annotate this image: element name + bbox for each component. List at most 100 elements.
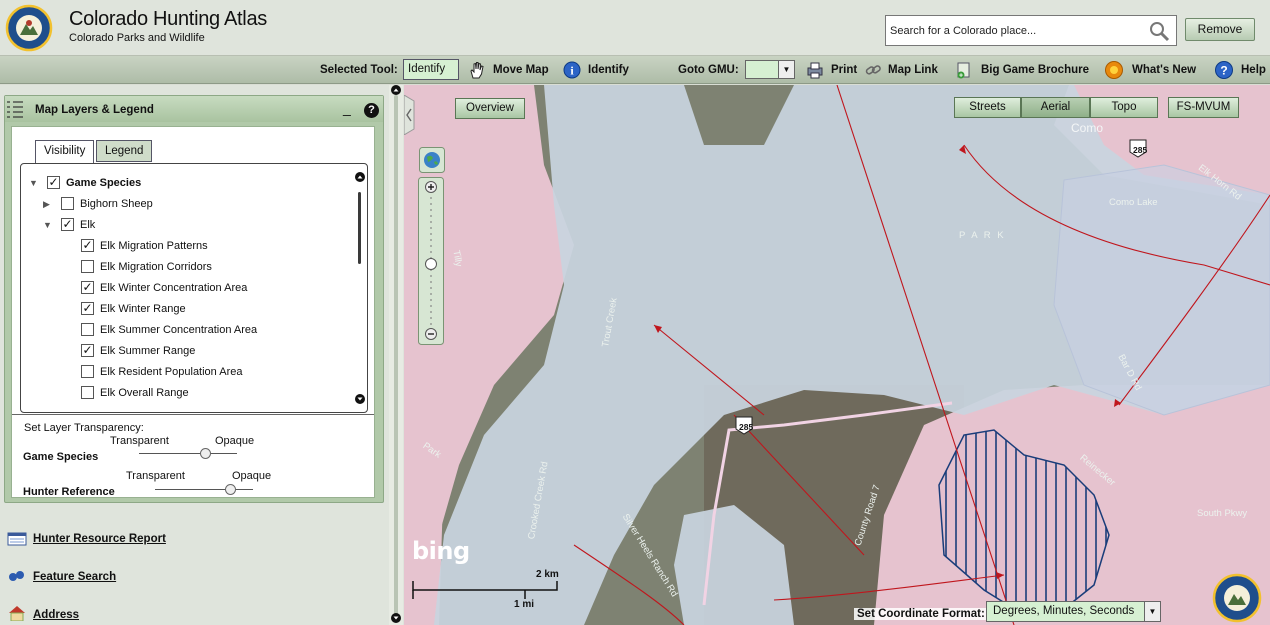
highway-shield-label: 285 xyxy=(739,422,754,432)
cpw-logo xyxy=(5,4,53,52)
hunter-resource-report-link[interactable]: Hunter Resource Report xyxy=(33,533,166,545)
scroll-down-icon[interactable] xyxy=(391,613,401,623)
layer-tree-row[interactable]: ▼ ✓ Elk xyxy=(43,216,95,234)
layer-checkbox[interactable] xyxy=(61,196,74,210)
move-map-button[interactable]: Move Map xyxy=(493,56,549,84)
layer-label: Elk Migration Corridors xyxy=(100,261,212,273)
globe-icon[interactable] xyxy=(419,147,445,173)
zoom-control[interactable] xyxy=(418,177,444,345)
layer-tree-row[interactable]: ✓ Elk Winter Range xyxy=(81,300,186,318)
layer-checkbox[interactable]: ✓ xyxy=(81,301,94,315)
coordinate-format-select[interactable]: Degrees, Minutes, Seconds ▼ xyxy=(986,601,1161,622)
transparency-title: Set Layer Transparency: xyxy=(24,422,144,434)
chevron-down-icon[interactable]: ▼ xyxy=(778,61,794,78)
printer-icon[interactable] xyxy=(805,60,825,80)
map-canvas[interactable] xyxy=(404,85,1270,625)
chevron-down-icon[interactable]: ▼ xyxy=(1144,602,1160,621)
link-icon[interactable] xyxy=(863,60,883,80)
expand-arrow-icon[interactable]: ▼ xyxy=(29,174,38,192)
slider-thumb[interactable] xyxy=(199,448,211,459)
gmu-select[interactable]: ▼ xyxy=(745,60,795,79)
minimize-button[interactable]: _ xyxy=(343,100,351,116)
layer-tree-row[interactable]: ▶ Bighorn Sheep xyxy=(43,195,153,213)
layer-tree-row[interactable]: ▼ ✓ Game Species xyxy=(29,174,141,192)
help-button[interactable]: Help xyxy=(1241,56,1266,84)
layer-tree-row[interactable]: ✓ Elk Migration Patterns xyxy=(81,237,208,255)
report-icon[interactable] xyxy=(7,531,27,547)
zoom-in-icon[interactable] xyxy=(425,181,437,193)
feature-search-link[interactable]: Feature Search xyxy=(33,571,116,583)
scroll-up-icon[interactable] xyxy=(355,172,365,182)
panel-scrollbar[interactable] xyxy=(389,85,403,625)
layer-checkbox[interactable]: ✓ xyxy=(81,238,94,252)
big-game-brochure-button[interactable]: Big Game Brochure xyxy=(981,56,1089,84)
info-icon[interactable]: i xyxy=(562,60,582,80)
tab-visibility[interactable]: Visibility xyxy=(35,140,95,163)
layer-tree-row[interactable]: ✓ Elk Summer Range xyxy=(81,342,195,360)
collapse-arrow-icon[interactable]: ▶ xyxy=(43,195,50,213)
zoom-slider-thumb[interactable] xyxy=(425,258,437,270)
game-species-transparency-slider[interactable] xyxy=(139,447,237,461)
layer-label: Elk Winter Concentration Area xyxy=(100,282,248,294)
layer-checkbox[interactable] xyxy=(81,259,94,273)
search-icon[interactable] xyxy=(1148,20,1170,42)
hand-icon[interactable] xyxy=(467,60,487,80)
overview-button[interactable]: Overview xyxy=(455,98,525,119)
layers-body: Visibility Legend ▼ ✓ Game Species ▶ Bighorn… xyxy=(11,126,375,498)
panel-help-icon[interactable]: ? xyxy=(364,103,379,118)
map-link-button[interactable]: Map Link xyxy=(888,56,938,84)
help-icon[interactable]: ? xyxy=(1214,60,1234,80)
layer-checkbox[interactable]: ✓ xyxy=(47,175,60,189)
hunter-reference-transparency-slider[interactable] xyxy=(155,483,253,497)
layer-checkbox[interactable]: ✓ xyxy=(61,217,74,231)
remove-button[interactable]: Remove xyxy=(1185,18,1255,41)
scroll-up-icon[interactable] xyxy=(391,85,401,95)
layer-checkbox[interactable] xyxy=(81,364,94,378)
collapse-panel-handle[interactable] xyxy=(404,95,420,135)
layer-tree-row[interactable]: Elk Summer Concentration Area xyxy=(81,321,257,339)
map-label-south-pkwy: South Pkwy xyxy=(1197,508,1248,519)
address-link[interactable]: Address xyxy=(33,609,79,621)
place-search[interactable] xyxy=(885,15,1177,46)
expand-arrow-icon[interactable]: ▼ xyxy=(43,216,52,234)
tree-scroll-thumb[interactable] xyxy=(358,192,361,264)
slider-thumb[interactable] xyxy=(224,484,236,495)
house-icon[interactable] xyxy=(7,605,27,621)
scroll-down-icon[interactable] xyxy=(355,394,365,404)
brochure-icon[interactable]: + xyxy=(954,60,974,80)
scale-km-label: 2 km xyxy=(536,569,559,580)
layer-checkbox[interactable] xyxy=(81,322,94,336)
layer-tree-row[interactable]: Elk Migration Corridors xyxy=(81,258,212,276)
print-button[interactable]: Print xyxy=(831,56,857,84)
binoculars-icon[interactable] xyxy=(7,567,27,583)
basemap-topo-button[interactable]: Topo xyxy=(1090,97,1158,118)
map-label-como: Como xyxy=(1071,121,1104,135)
slider-track xyxy=(139,453,237,454)
panel-scroll-thumb[interactable] xyxy=(394,95,398,615)
map-view[interactable]: 285 285 Como Elk Horn Rd Como Lake P A R… xyxy=(404,85,1270,625)
layer-tree-row[interactable]: ✓ Elk Winter Concentration Area xyxy=(81,279,247,297)
coordinate-format-label: Set Coordinate Format: xyxy=(854,608,988,620)
basemap-aerial-button[interactable]: Aerial xyxy=(1021,97,1090,118)
layer-checkbox[interactable]: ✓ xyxy=(81,280,94,294)
selected-tool-field[interactable]: Identify xyxy=(403,59,459,80)
tab-legend[interactable]: Legend xyxy=(96,140,153,162)
basemap-streets-button[interactable]: Streets xyxy=(954,97,1021,118)
layer-tree-row[interactable]: Elk Resident Population Area xyxy=(81,363,242,381)
identify-button[interactable]: Identify xyxy=(588,56,629,84)
opaque-label: Opaque xyxy=(232,470,272,482)
sun-icon[interactable] xyxy=(1104,60,1124,80)
search-input[interactable] xyxy=(890,22,1140,40)
layer-checkbox[interactable]: ✓ xyxy=(81,343,94,357)
layers-header[interactable]: Map Layers & Legend _ ? xyxy=(5,96,383,122)
highway-shield-label: 285 xyxy=(1133,145,1148,155)
layer-tree-row[interactable]: Elk Overall Range xyxy=(81,384,189,402)
app-subtitle: Colorado Parks and Wildlife xyxy=(69,32,205,44)
layers-title: Map Layers & Legend xyxy=(35,104,154,116)
zoom-out-icon[interactable] xyxy=(425,328,437,340)
layer-checkbox[interactable] xyxy=(81,385,94,399)
layer-label: Elk Summer Concentration Area xyxy=(100,324,258,336)
tree-scrollbar[interactable] xyxy=(355,172,365,404)
fs-mvum-button[interactable]: FS-MVUM xyxy=(1168,97,1239,118)
whats-new-button[interactable]: What's New xyxy=(1132,56,1196,84)
